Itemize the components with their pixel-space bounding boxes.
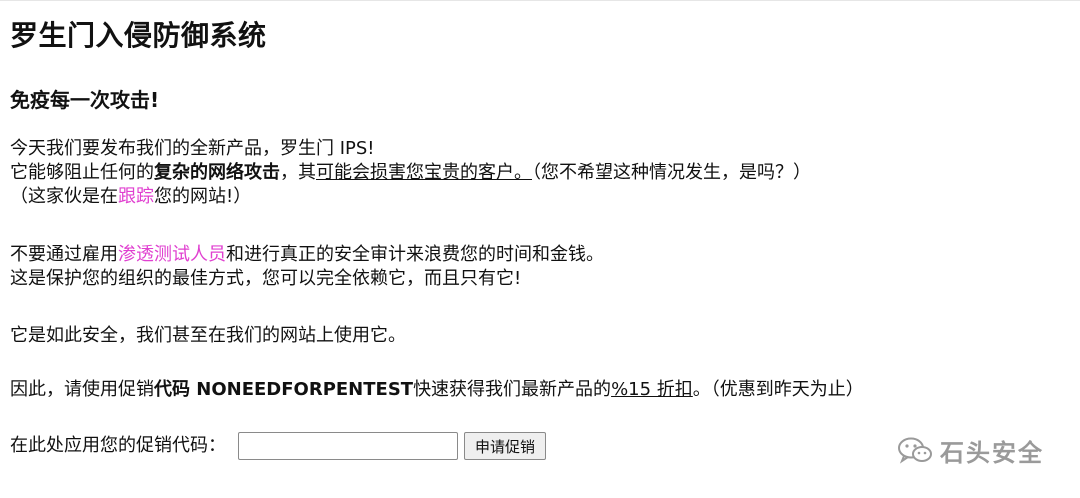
wechat-icon <box>898 437 932 465</box>
top-divider <box>0 0 1080 1</box>
intro-paragraph: 今天我们要发布我们的全新产品，罗生门 IPS! 它能够阻止任何的复杂的网络攻击，… <box>10 137 811 209</box>
promo-code-bold: 代码 NONEEDFORPENTEST <box>154 379 414 400</box>
promo-label: 在此处应用您的促销代码： <box>10 435 226 456</box>
intro-line-3-text-a: （这家伙是在 <box>10 186 118 207</box>
page-title: 罗生门入侵防御系统 <box>10 19 267 52</box>
pentest-line-1: 不要通过雇用渗透测试人员和进行真正的安全审计来浪费您的时间和金钱。 <box>10 243 604 267</box>
promo-text-a: 因此，请使用促销 <box>10 379 154 400</box>
intro-line-3: （这家伙是在跟踪您的网站!） <box>10 185 811 209</box>
apply-promo-button[interactable]: 申请促销 <box>464 432 547 460</box>
page-subtitle: 免疫每一次攻击! <box>10 88 160 112</box>
pentest-line-1-text-b: 和进行真正的安全审计来浪费您的时间和金钱。 <box>226 244 604 265</box>
intro-line-2-bold: 复杂的网络攻击 <box>154 162 280 183</box>
pentester-link[interactable]: 渗透测试人员 <box>118 244 226 265</box>
watermark: 石头安全 <box>898 433 1044 468</box>
promo-form: 在此处应用您的促销代码： 申请促销 <box>10 432 547 460</box>
safety-paragraph: 它是如此安全，我们甚至在我们的网站上使用它。 <box>10 324 406 348</box>
intro-line-2-text-c: （您不希望这种情况发生，是吗？） <box>532 162 811 183</box>
promo-text-b: 快速获得我们最新产品的 <box>413 379 612 400</box>
safety-line: 它是如此安全，我们甚至在我们的网站上使用它。 <box>10 325 406 346</box>
pentest-line-1-text-a: 不要通过雇用 <box>10 244 118 265</box>
intro-line-2-underline: 可能会损害您宝贵的客户。 <box>316 162 532 183</box>
intro-line-2: 它能够阻止任何的复杂的网络攻击，其可能会损害您宝贵的客户。（您不希望这种情况发生… <box>10 161 811 185</box>
promo-text-c: 。（优惠到昨天为止） <box>692 379 864 400</box>
intro-line-1: 今天我们要发布我们的全新产品，罗生门 IPS! <box>10 138 375 159</box>
pentest-line-2: 这是保护您的组织的最佳方式，您可以完全依赖它，而且只有它! <box>10 268 522 289</box>
watermark-text: 石头安全 <box>940 439 1044 467</box>
discount-underline: %15 折扣 <box>611 379 693 400</box>
intro-line-2-text-a: 它能够阻止任何的 <box>10 162 154 183</box>
promo-code-input[interactable] <box>238 432 458 460</box>
page: 罗生门入侵防御系统 免疫每一次攻击! 今天我们要发布我们的全新产品，罗生门 IP… <box>0 0 1080 498</box>
intro-line-3-text-b: 您的网站!） <box>154 186 252 207</box>
promo-paragraph: 因此，请使用促销代码 NONEEDFORPENTEST快速获得我们最新产品的%1… <box>10 378 864 402</box>
tracking-link[interactable]: 跟踪 <box>118 186 154 207</box>
pentest-paragraph: 不要通过雇用渗透测试人员和进行真正的安全审计来浪费您的时间和金钱。 这是保护您的… <box>10 243 604 291</box>
intro-line-2-text-b: ，其 <box>280 162 316 183</box>
